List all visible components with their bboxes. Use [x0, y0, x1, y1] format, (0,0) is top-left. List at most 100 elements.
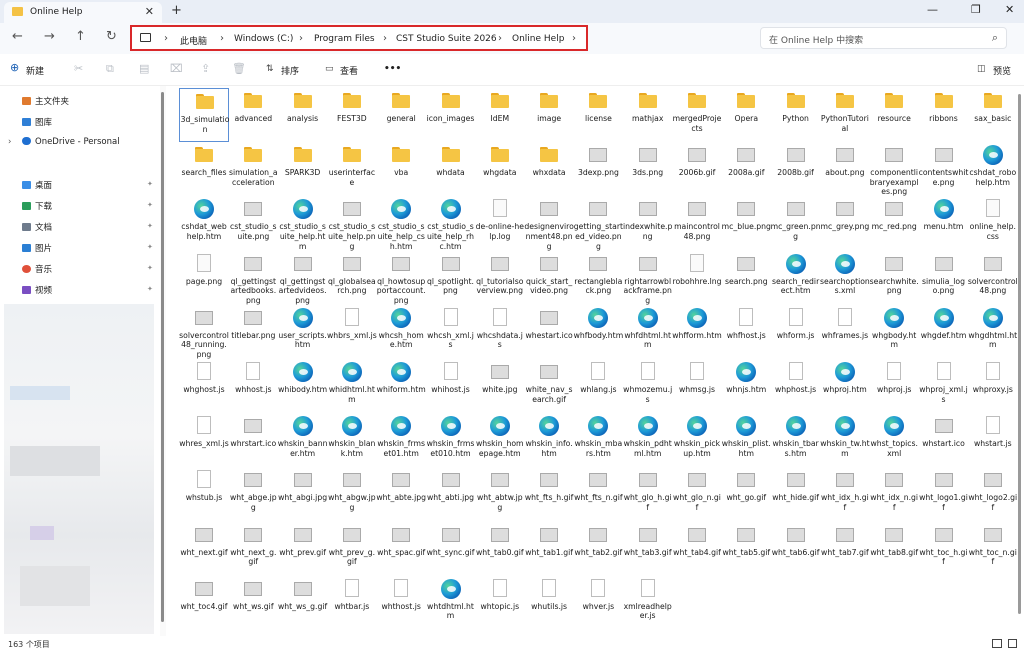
- file-item[interactable]: wht_toc4.gif: [179, 576, 229, 630]
- file-item[interactable]: whskin_pdhtml.htm: [623, 413, 673, 467]
- file-item[interactable]: whskin_frmset010.htm: [426, 413, 476, 467]
- file-item[interactable]: wht_abte.jpg: [376, 467, 426, 521]
- file-item[interactable]: whstub.js: [179, 467, 229, 521]
- file-item[interactable]: whthost.js: [376, 576, 426, 630]
- details-view-icon[interactable]: [992, 639, 1002, 648]
- file-item[interactable]: cst_studio_suite_help_rhc.htm: [426, 196, 476, 251]
- file-item[interactable]: wht_hide.gif: [771, 467, 821, 521]
- sidebar-item-music[interactable]: 音乐: [22, 263, 52, 275]
- sidebar-item-videos[interactable]: 视频: [22, 284, 52, 296]
- file-item[interactable]: ql_gettingstartedbooks.png: [228, 251, 278, 305]
- file-item[interactable]: whst_topics.xml: [869, 413, 919, 467]
- folder-item[interactable]: IdEM: [475, 88, 525, 142]
- file-item[interactable]: whghost.js: [179, 359, 229, 413]
- folder-item[interactable]: search_files: [179, 142, 229, 196]
- file-item[interactable]: whframes.js: [820, 305, 870, 359]
- file-item[interactable]: contentswhite.png: [919, 142, 969, 196]
- file-item[interactable]: ql_globalsearch.png: [327, 251, 377, 305]
- file-item[interactable]: 2008a.gif: [721, 142, 771, 196]
- folder-item[interactable]: 3d_simulation: [179, 88, 229, 142]
- close-button[interactable]: ✕: [1005, 3, 1014, 16]
- file-item[interactable]: whgdef.htm: [919, 305, 969, 359]
- file-item[interactable]: white.jpg: [475, 359, 525, 413]
- file-item[interactable]: mc_blue.png: [721, 196, 771, 250]
- folder-item[interactable]: vba: [376, 142, 426, 196]
- file-item[interactable]: ql_spotlight.png: [426, 251, 476, 305]
- minimize-button[interactable]: —: [927, 3, 938, 16]
- file-item[interactable]: simulia_logo.png: [919, 251, 969, 305]
- folder-item[interactable]: sax_basic: [968, 88, 1018, 142]
- file-item[interactable]: whidhtml.htm: [327, 359, 377, 413]
- file-item[interactable]: rightarrowblackframe.png: [623, 251, 673, 305]
- file-item[interactable]: mc_grey.png: [820, 196, 870, 250]
- file-item[interactable]: menu.htm: [919, 196, 969, 250]
- file-item[interactable]: whskin_tw.htm: [820, 413, 870, 467]
- file-item[interactable]: wht_tab0.gif: [475, 522, 525, 576]
- folder-item[interactable]: analysis: [278, 88, 328, 142]
- file-item[interactable]: robohhre.lng: [672, 251, 722, 305]
- file-item[interactable]: searchoptions.xml: [820, 251, 870, 305]
- breadcrumb-online-help[interactable]: Online Help: [512, 34, 564, 44]
- file-item[interactable]: whskin_mbars.htm: [573, 413, 623, 467]
- file-item[interactable]: wht_abtw.jpg: [475, 467, 525, 521]
- file-item[interactable]: wht_idx_h.gif: [820, 467, 870, 521]
- file-item[interactable]: whnjs.htm: [721, 359, 771, 413]
- file-item[interactable]: whtbar.js: [327, 576, 377, 630]
- folder-item[interactable]: whxdata: [524, 142, 574, 196]
- file-item[interactable]: wht_abgi.jpg: [278, 467, 328, 521]
- file-item[interactable]: cshdat_webhelp.htm: [179, 196, 229, 250]
- large-icons-view-icon[interactable]: [1008, 639, 1017, 648]
- file-item[interactable]: page.png: [179, 251, 229, 305]
- maximize-button[interactable]: ❐: [971, 3, 981, 16]
- file-item[interactable]: wht_idx_n.gif: [869, 467, 919, 521]
- file-item[interactable]: online_help.css: [968, 196, 1018, 250]
- up-button[interactable]: ↑: [75, 29, 86, 44]
- preview-button[interactable]: 预览: [993, 64, 1011, 77]
- file-item[interactable]: whfform.htm: [672, 305, 722, 359]
- file-item[interactable]: wht_glo_h.gif: [623, 467, 673, 521]
- file-item[interactable]: whtdhtml.htm: [426, 576, 476, 630]
- search-icon[interactable]: ⌕: [992, 31, 998, 45]
- content-scrollbar[interactable]: [1017, 86, 1023, 636]
- delete-icon[interactable]: 🗑: [232, 62, 246, 75]
- file-item[interactable]: whproj.htm: [820, 359, 870, 413]
- file-item[interactable]: wht_next_g.gif: [228, 522, 278, 576]
- file-item[interactable]: about.png: [820, 142, 870, 196]
- file-item[interactable]: wht_spac.gif: [376, 522, 426, 576]
- file-item[interactable]: wht_tab4.gif: [672, 522, 722, 576]
- folder-item[interactable]: general: [376, 88, 426, 142]
- file-item[interactable]: wht_tab8.gif: [869, 522, 919, 576]
- file-item[interactable]: whskin_tbars.htm: [771, 413, 821, 467]
- file-item[interactable]: 3dexp.png: [573, 142, 623, 196]
- file-item[interactable]: wht_toc_h.gif: [919, 522, 969, 576]
- file-item[interactable]: user_scripts.htm: [278, 305, 328, 359]
- share-icon[interactable]: ⇪: [201, 62, 210, 75]
- breadcrumb-program-files[interactable]: Program Files: [314, 34, 375, 44]
- folder-item[interactable]: icon_images: [426, 88, 476, 142]
- file-item[interactable]: whproj_xml.js: [919, 359, 969, 413]
- folder-item[interactable]: PythonTutorial: [820, 88, 870, 142]
- folder-item[interactable]: resource: [869, 88, 919, 142]
- file-item[interactable]: rectangleblack.png: [573, 251, 623, 305]
- file-item[interactable]: whskin_frmset01.htm: [376, 413, 426, 467]
- file-item[interactable]: whskin_plist.htm: [721, 413, 771, 467]
- file-item[interactable]: wht_abti.jpg: [426, 467, 476, 521]
- file-item[interactable]: whtopic.js: [475, 576, 525, 630]
- file-item[interactable]: wht_fts_n.gif: [573, 467, 623, 521]
- file-item[interactable]: search_redirect.htm: [771, 251, 821, 305]
- rename-icon[interactable]: ⌧: [170, 62, 183, 75]
- file-item[interactable]: whlang.js: [573, 359, 623, 413]
- file-item[interactable]: whihost.js: [426, 359, 476, 413]
- file-item[interactable]: cst_studio_suite_help.png: [327, 196, 377, 251]
- new-tab-button[interactable]: +: [171, 3, 182, 18]
- address-bar[interactable]: › 此电脑 › Windows (C:) › Program Files › C…: [130, 25, 588, 51]
- file-item[interactable]: cst_studio_suite.png: [228, 196, 278, 250]
- chevron-right-icon[interactable]: ›: [498, 33, 502, 44]
- cut-icon[interactable]: ✂: [74, 62, 83, 75]
- file-item[interactable]: whfdhtml.htm: [623, 305, 673, 359]
- file-item[interactable]: getting_started_video.png: [573, 196, 623, 251]
- file-item[interactable]: whcshdata.js: [475, 305, 525, 359]
- sidebar-item-desktop[interactable]: 桌面: [22, 179, 52, 191]
- file-item[interactable]: wht_tab3.gif: [623, 522, 673, 576]
- search-input[interactable]: 在 Online Help 中搜索 ⌕: [760, 27, 1007, 49]
